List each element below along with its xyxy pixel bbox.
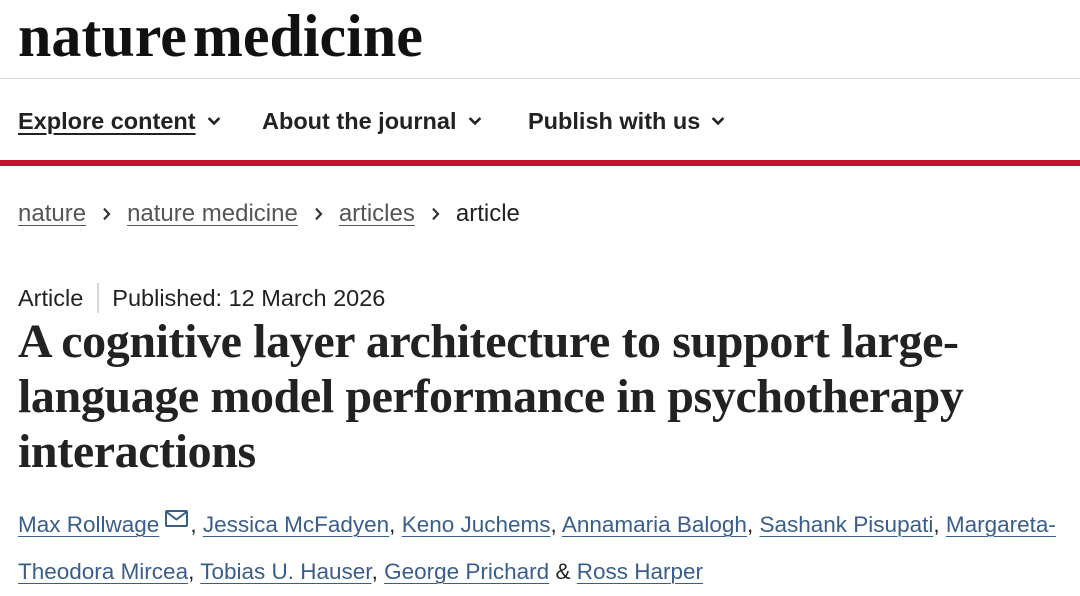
header-divider: [0, 78, 1080, 79]
chevron-right-icon: [86, 199, 127, 229]
author-comma: ,: [933, 512, 940, 537]
chevron-right-icon: [415, 199, 456, 229]
nav-accent-bar: [0, 160, 1080, 166]
author-comma: ,: [746, 512, 754, 537]
author-comma: ,: [550, 512, 557, 537]
author-ampersand: &: [555, 559, 571, 584]
author-comma: ,: [188, 559, 195, 584]
author-link[interactable]: George Prichard: [384, 559, 549, 584]
author-comma: ,: [371, 559, 378, 584]
article-meta: Article Published: 12 March 2026: [18, 283, 385, 313]
author-link[interactable]: Ross Harper: [577, 559, 703, 584]
breadcrumb: nature nature medicine articles article: [18, 199, 520, 229]
meta-divider: [97, 283, 100, 313]
published-date: 12 March 2026: [228, 285, 386, 311]
journal-logo[interactable]: nature medicine: [18, 6, 423, 66]
author-link[interactable]: Annamaria Balogh: [562, 512, 747, 537]
author-link[interactable]: Jessica McFadyen: [203, 512, 389, 537]
article-type: Article: [18, 285, 84, 311]
chevron-down-icon: [468, 116, 482, 126]
published-info: Published: 12 March 2026: [112, 283, 385, 313]
nav-explore-content[interactable]: Explore content: [18, 106, 221, 136]
main-nav: Explore content About the journal Publis…: [0, 106, 1080, 136]
breadcrumb-link-nature[interactable]: nature: [18, 199, 86, 229]
breadcrumb-current: article: [455, 200, 520, 227]
envelope-icon[interactable]: [165, 510, 189, 527]
author-link[interactable]: Tobias U. Hauser: [200, 559, 371, 584]
nav-publish-with-us[interactable]: Publish with us: [528, 106, 725, 136]
author-link[interactable]: Keno Juchems: [402, 512, 551, 537]
nav-label: Explore content: [18, 108, 196, 134]
author-link[interactable]: Sashank Pisupati: [759, 512, 933, 537]
author-comma: ,: [190, 512, 197, 537]
nav-about-the-journal[interactable]: About the journal: [262, 106, 482, 136]
article-title: A cognitive layer architecture to suppor…: [18, 315, 964, 478]
breadcrumb-link-nature-medicine[interactable]: nature medicine: [127, 199, 298, 229]
author-comma: ,: [389, 512, 396, 537]
published-label: Published:: [112, 285, 223, 311]
author-link[interactable]: Max Rollwage: [18, 512, 159, 537]
breadcrumb-link-articles[interactable]: articles: [339, 199, 415, 229]
nav-label: About the journal: [262, 108, 457, 134]
chevron-right-icon: [298, 199, 339, 229]
nav-label: Publish with us: [528, 108, 701, 134]
author-list: Max Rollwage, Jessica McFadyen, Keno Juc…: [18, 501, 1078, 595]
chevron-down-icon: [207, 116, 221, 126]
chevron-down-icon: [711, 116, 725, 126]
